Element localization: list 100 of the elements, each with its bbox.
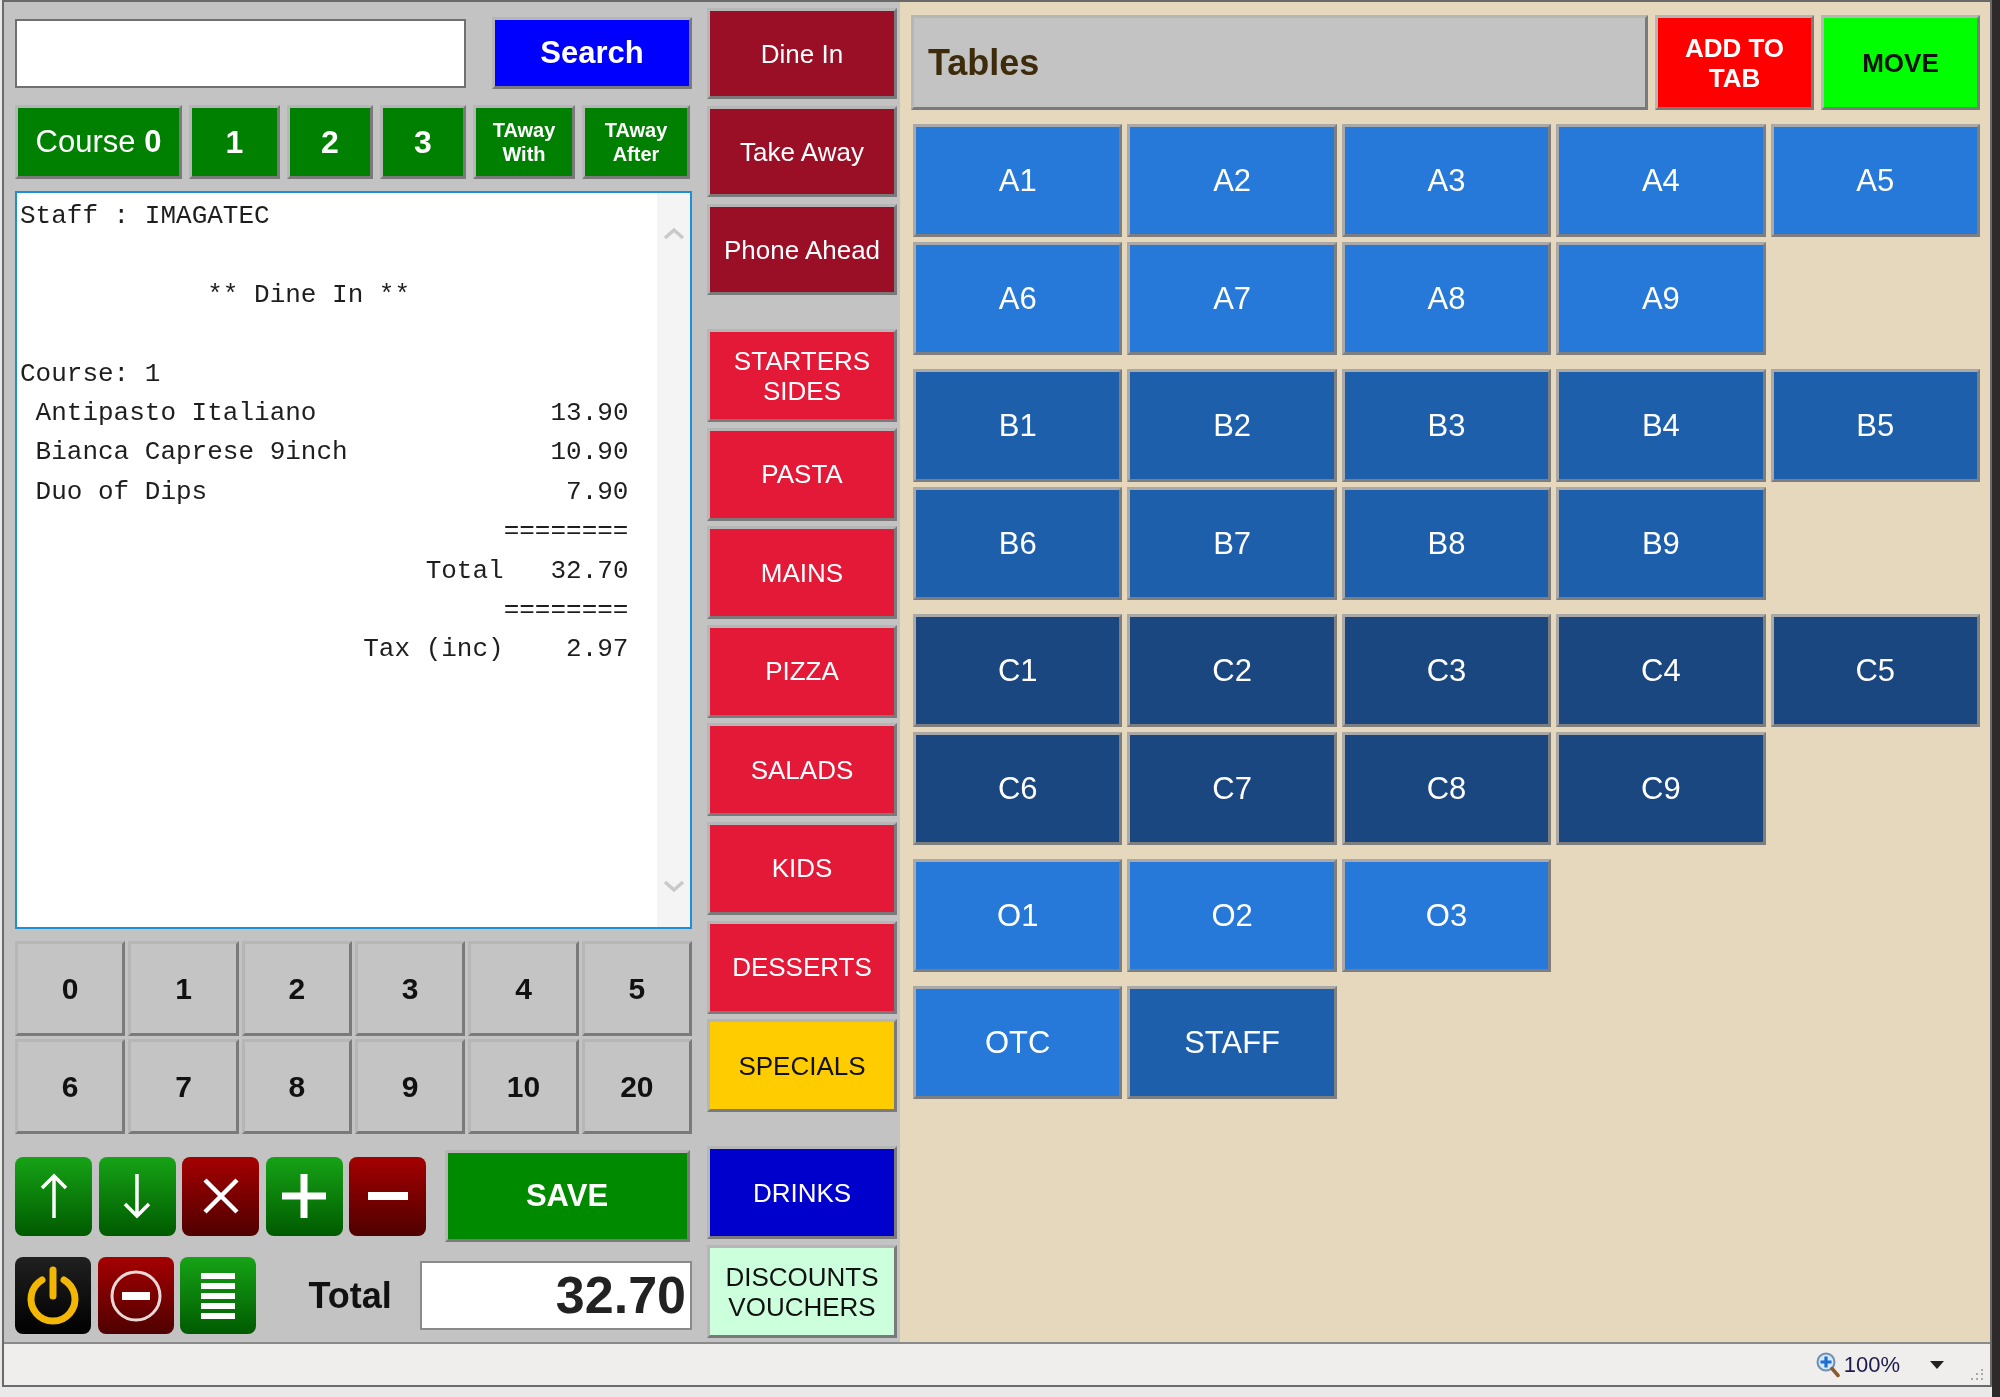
table-button[interactable]: B4 <box>1556 369 1766 482</box>
table-button[interactable]: A1 <box>913 124 1123 237</box>
category-button[interactable]: SALADS <box>707 723 897 817</box>
table-button[interactable]: C1 <box>913 614 1123 727</box>
table-button[interactable]: A6 <box>913 242 1123 355</box>
cancel-button[interactable] <box>97 1257 174 1334</box>
course-button[interactable]: 3 <box>380 105 466 179</box>
add-to-tab-button[interactable]: ADD TO TAB <box>1655 15 1814 110</box>
order-type-button[interactable]: Phone Ahead <box>707 204 897 295</box>
summary-label: Total <box>425 554 504 588</box>
total-field: 32.70 <box>420 1261 692 1330</box>
receipt-line: Course: 1 <box>20 357 162 391</box>
item-name: Antipasto Italiano <box>34 397 317 430</box>
table-button[interactable]: A2 <box>1127 124 1337 237</box>
search-button[interactable]: Search <box>492 17 692 89</box>
move-down-button[interactable] <box>98 1156 176 1236</box>
remove-button[interactable] <box>349 1156 426 1236</box>
power-button[interactable] <box>15 1257 91 1334</box>
number-key[interactable]: 3 <box>355 941 466 1036</box>
receipt-line: Staff : IMAGATEC <box>20 200 271 233</box>
table-button[interactable]: O2 <box>1127 859 1337 972</box>
table-button[interactable]: OTC <box>913 986 1123 1099</box>
table-button[interactable]: O1 <box>913 859 1123 972</box>
table-button[interactable]: A9 <box>1556 242 1766 355</box>
number-key[interactable]: 2 <box>241 941 352 1036</box>
cross-icon <box>201 1177 240 1215</box>
number-key[interactable]: 0 <box>15 941 126 1036</box>
arrow-down-icon <box>122 1172 152 1220</box>
move-up-button[interactable] <box>15 1156 92 1236</box>
table-button[interactable]: B8 <box>1341 487 1552 600</box>
arrow-up-icon <box>38 1172 69 1220</box>
table-button[interactable]: A7 <box>1127 242 1337 355</box>
delete-button[interactable] <box>182 1156 259 1236</box>
table-button[interactable]: STAFF <box>1127 986 1337 1099</box>
no-entry-icon <box>109 1269 162 1322</box>
table-button[interactable]: A3 <box>1341 124 1552 237</box>
zoom-icon <box>1815 1351 1840 1378</box>
table-button[interactable]: B3 <box>1341 369 1552 482</box>
table-button[interactable]: B7 <box>1127 487 1337 600</box>
list-icon <box>201 1272 235 1319</box>
item-price: 10.90 <box>550 436 629 470</box>
category-button[interactable]: KIDS <box>707 821 897 915</box>
number-key[interactable]: 6 <box>15 1039 126 1134</box>
course-button[interactable]: TAway With <box>473 105 575 179</box>
add-button[interactable] <box>265 1156 343 1236</box>
table-button[interactable]: A8 <box>1341 242 1552 355</box>
category-button[interactable]: DISCOUNTS VOUCHERS <box>707 1245 897 1339</box>
summary-label: Tax (inc) <box>363 633 504 667</box>
resize-grip-icon[interactable] <box>1970 1367 1984 1381</box>
zoom-button[interactable]: 100% <box>1815 1351 1900 1378</box>
course-button[interactable]: 2 <box>287 105 373 179</box>
table-button[interactable]: C5 <box>1770 614 1980 727</box>
table-button[interactable]: C3 <box>1341 614 1552 727</box>
order-type-button[interactable]: Dine In <box>707 8 897 99</box>
table-button[interactable]: C9 <box>1556 732 1766 845</box>
category-button[interactable]: PASTA <box>707 427 897 521</box>
table-button[interactable]: C8 <box>1341 732 1552 845</box>
table-button[interactable]: A5 <box>1770 124 1980 237</box>
power-icon <box>25 1265 81 1326</box>
number-key[interactable]: 20 <box>581 1039 692 1134</box>
move-button[interactable]: MOVE <box>1821 15 1980 110</box>
receipt-separator: ======== <box>503 594 629 628</box>
table-button[interactable]: O3 <box>1341 859 1552 972</box>
number-key[interactable]: 4 <box>468 941 579 1036</box>
item-name: Bianca Caprese 9inch <box>34 436 348 470</box>
table-button[interactable]: C2 <box>1127 614 1337 727</box>
table-button[interactable]: A4 <box>1556 124 1766 237</box>
category-button[interactable]: STARTERS SIDES <box>707 329 897 422</box>
category-button[interactable]: DESSERTS <box>707 920 897 1014</box>
category-button[interactable]: SPECIALS <box>707 1019 897 1113</box>
table-button[interactable]: B9 <box>1556 487 1766 600</box>
number-key[interactable]: 9 <box>355 1039 466 1134</box>
total-label: Total <box>308 1274 392 1317</box>
table-button[interactable]: C6 <box>913 732 1123 845</box>
search-field[interactable] <box>15 18 466 88</box>
course-button[interactable]: 1 <box>189 105 280 179</box>
caret-icon[interactable] <box>1930 1360 1944 1369</box>
category-button[interactable]: MAINS <box>707 526 897 620</box>
list-button[interactable] <box>180 1257 256 1334</box>
category-button[interactable]: DRINKS <box>707 1146 897 1240</box>
item-name: Duo of Dips <box>34 475 208 509</box>
table-button[interactable]: B1 <box>913 369 1123 482</box>
table-button[interactable]: B2 <box>1127 369 1337 482</box>
panel-title: Tables <box>911 15 1648 110</box>
table-button[interactable]: B5 <box>1770 369 1980 482</box>
save-button[interactable]: SAVE <box>444 1150 690 1242</box>
table-button[interactable]: C7 <box>1127 732 1337 845</box>
number-key[interactable]: 7 <box>128 1039 239 1134</box>
number-key[interactable]: 10 <box>468 1039 579 1134</box>
course-button[interactable]: TAway After <box>582 105 690 179</box>
number-key[interactable]: 1 <box>128 941 239 1036</box>
number-key[interactable]: 8 <box>241 1039 352 1134</box>
receipt-heading: ** Dine In ** <box>206 278 412 312</box>
category-button[interactable]: PIZZA <box>707 624 897 718</box>
course-button[interactable]: Course 0 <box>15 105 182 179</box>
number-key[interactable]: 5 <box>581 941 692 1036</box>
table-button[interactable]: B6 <box>913 487 1123 600</box>
summary-amount: 32.70 <box>549 554 629 588</box>
table-button[interactable]: C4 <box>1556 614 1766 727</box>
order-type-button[interactable]: Take Away <box>707 106 897 197</box>
